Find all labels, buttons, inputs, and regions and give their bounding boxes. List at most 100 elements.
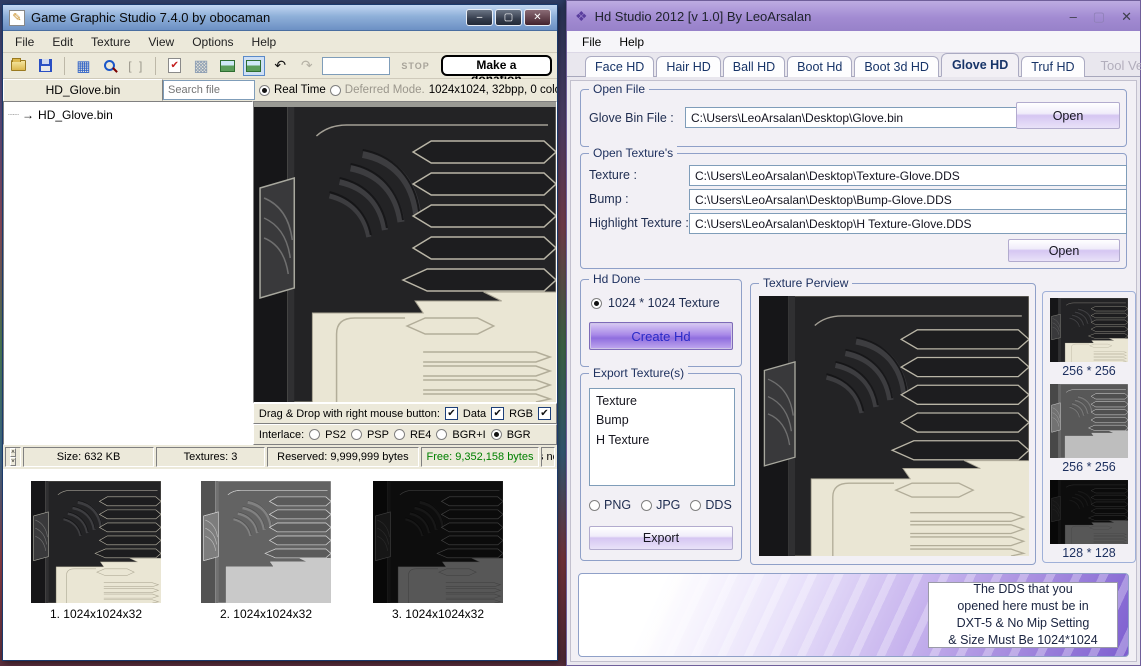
psp-radio[interactable] <box>351 429 362 440</box>
status-extra: s nc <box>541 447 555 467</box>
undo-button[interactable]: ↶ <box>270 56 291 76</box>
rgb-checkbox[interactable]: ✔ <box>491 407 504 420</box>
close-button[interactable]: ✕ <box>524 9 551 26</box>
preview-scroll-strip <box>254 102 556 107</box>
save-button[interactable] <box>34 56 55 76</box>
export-item-texture[interactable]: Texture <box>596 392 728 411</box>
real-time-radio[interactable] <box>259 85 270 96</box>
mip-thumbnail-2[interactable] <box>1050 384 1128 458</box>
tree-item-label: HD_Glove.bin <box>38 108 113 122</box>
left-toolbar: ▦ [ ] ✔ ▩ ↶ ↷ STOP Make a donation <box>3 53 557 79</box>
re4-radio[interactable] <box>394 429 405 440</box>
tab-ball-hd[interactable]: Ball HD <box>723 56 785 77</box>
menu-help[interactable]: Help <box>612 33 651 51</box>
export-item-h-texture[interactable]: H Texture <box>596 431 728 450</box>
toolbar-input[interactable] <box>322 57 390 75</box>
dds-radio[interactable] <box>690 500 701 511</box>
create-hd-button[interactable]: Create Hd <box>589 322 733 350</box>
alpha-checkbox[interactable]: ✔ <box>538 407 551 420</box>
bump-path-input[interactable] <box>689 189 1127 210</box>
export-item-bump[interactable]: Bump <box>596 411 728 430</box>
highlight-path-input[interactable] <box>689 213 1127 234</box>
image-mode-button[interactable] <box>243 56 264 76</box>
verify-button[interactable]: ✔ <box>164 56 185 76</box>
mip-thumbnail-3[interactable] <box>1050 480 1128 544</box>
image-info: 1024x1024, 32bpp, 0 colors <box>429 84 557 96</box>
close-button[interactable]: ✕ <box>1121 10 1132 23</box>
menu-file[interactable]: File <box>575 33 608 51</box>
mip-thumbnail-1[interactable] <box>1050 298 1128 362</box>
deferred-radio[interactable] <box>330 85 341 96</box>
bump-label: Bump : <box>589 192 629 206</box>
bgri-radio[interactable] <box>436 429 447 440</box>
spinner-down-icon[interactable]: ˅ <box>10 457 16 466</box>
right-menubar: File Help <box>567 31 1140 53</box>
menu-view[interactable]: View <box>140 33 182 51</box>
tree-branch: ┈┈ <box>8 110 18 121</box>
open-textures-group: Open Texture's Texture : Bump : Highligh… <box>580 153 1127 269</box>
tab-boot-hd[interactable]: Boot Hd <box>787 56 852 77</box>
png-radio[interactable] <box>589 500 600 511</box>
hd-texture-preview[interactable] <box>759 296 1029 556</box>
fit-image-button[interactable] <box>217 56 238 76</box>
export-button[interactable]: Export <box>589 526 733 550</box>
menu-help[interactable]: Help <box>244 33 285 51</box>
selection-button[interactable]: [ ] <box>126 56 147 76</box>
file-tab[interactable]: HD_Glove.bin <box>3 79 163 101</box>
texture-thumbnail-3[interactable] <box>373 481 503 603</box>
tab-boot-3d-hd[interactable]: Boot 3d HD <box>854 56 939 77</box>
open-file-button[interactable] <box>8 56 29 76</box>
texture-preview-canvas[interactable] <box>253 101 557 403</box>
left-window: ✎ Game Graphic Studio 7.4.0 by obocaman … <box>2 4 558 661</box>
transparency-button[interactable]: ▩ <box>190 56 211 76</box>
texture-thumbnail-2[interactable] <box>201 481 331 603</box>
status-spinner[interactable]: ˄ ˅ <box>5 447 21 467</box>
menu-texture[interactable]: Texture <box>83 33 138 51</box>
texture-path-input[interactable] <box>689 165 1127 186</box>
bgr-label: BGR <box>507 429 531 441</box>
tab-truf-hd[interactable]: Truf HD <box>1021 56 1084 77</box>
maximize-button[interactable]: ▢ <box>495 9 522 26</box>
menu-options[interactable]: Options <box>184 33 241 51</box>
bottom-banner: The DDS that you opened here must be in … <box>578 573 1129 657</box>
menu-file[interactable]: File <box>7 33 42 51</box>
texture-thumbnail-1[interactable] <box>31 481 161 603</box>
tab-face-hd[interactable]: Face HD <box>585 56 654 77</box>
bgr-radio[interactable] <box>491 429 502 440</box>
open-textures-group-title: Open Texture's <box>589 146 677 160</box>
interlace-row: Interlace: PS2 PSP RE4 BGR+I BGR <box>253 424 557 445</box>
ps2-radio[interactable] <box>309 429 320 440</box>
glove-bin-path-input[interactable] <box>685 107 1023 128</box>
dds-notice: The DDS that you opened here must be in … <box>928 582 1118 648</box>
menu-edit[interactable]: Edit <box>44 33 81 51</box>
minimize-button[interactable]: – <box>1070 10 1077 23</box>
left-tabrow: HD_Glove.bin Real Time Deferred Mode. 10… <box>3 79 557 101</box>
spinner-up-icon[interactable]: ˄ <box>10 448 16 457</box>
texture-tree: ┈┈ → HD_Glove.bin <box>3 101 253 445</box>
tab-glove-hd[interactable]: Glove HD <box>941 53 1019 77</box>
size-1024-radio[interactable] <box>591 298 602 309</box>
maximize-button[interactable]: ▢ <box>1093 10 1105 23</box>
redo-button[interactable]: ↷ <box>296 56 317 76</box>
open-textures-button[interactable]: Open <box>1008 239 1120 262</box>
tree-item[interactable]: ┈┈ → HD_Glove.bin <box>8 108 248 122</box>
image-selected-icon <box>246 60 261 72</box>
open-bin-button[interactable]: Open <box>1016 102 1120 129</box>
export-listbox[interactable]: Texture Bump H Texture <box>589 388 735 486</box>
jpg-radio[interactable] <box>641 500 652 511</box>
right-titlebar[interactable]: ❖ Hd Studio 2012 [v 1.0] By LeoArsalan –… <box>567 1 1140 31</box>
search-input[interactable] <box>163 80 255 100</box>
stop-label[interactable]: STOP <box>395 61 435 71</box>
left-titlebar[interactable]: ✎ Game Graphic Studio 7.4.0 by obocaman … <box>3 5 557 31</box>
highlight-texture-label: Highlight Texture : <box>589 216 689 230</box>
data-checkbox[interactable]: ✔ <box>445 407 458 420</box>
grid-view-button[interactable]: ▦ <box>73 56 94 76</box>
zoom-button[interactable] <box>99 56 120 76</box>
psp-label: PSP <box>367 429 389 441</box>
tab-hair-hd[interactable]: Hair HD <box>656 56 720 77</box>
donate-button[interactable]: Make a donation <box>441 55 552 76</box>
mip1-size-label: 256 * 256 <box>1043 364 1135 378</box>
ps2-label: PS2 <box>325 429 346 441</box>
dds-label: DDS <box>705 498 731 512</box>
minimize-button[interactable]: – <box>466 9 493 26</box>
